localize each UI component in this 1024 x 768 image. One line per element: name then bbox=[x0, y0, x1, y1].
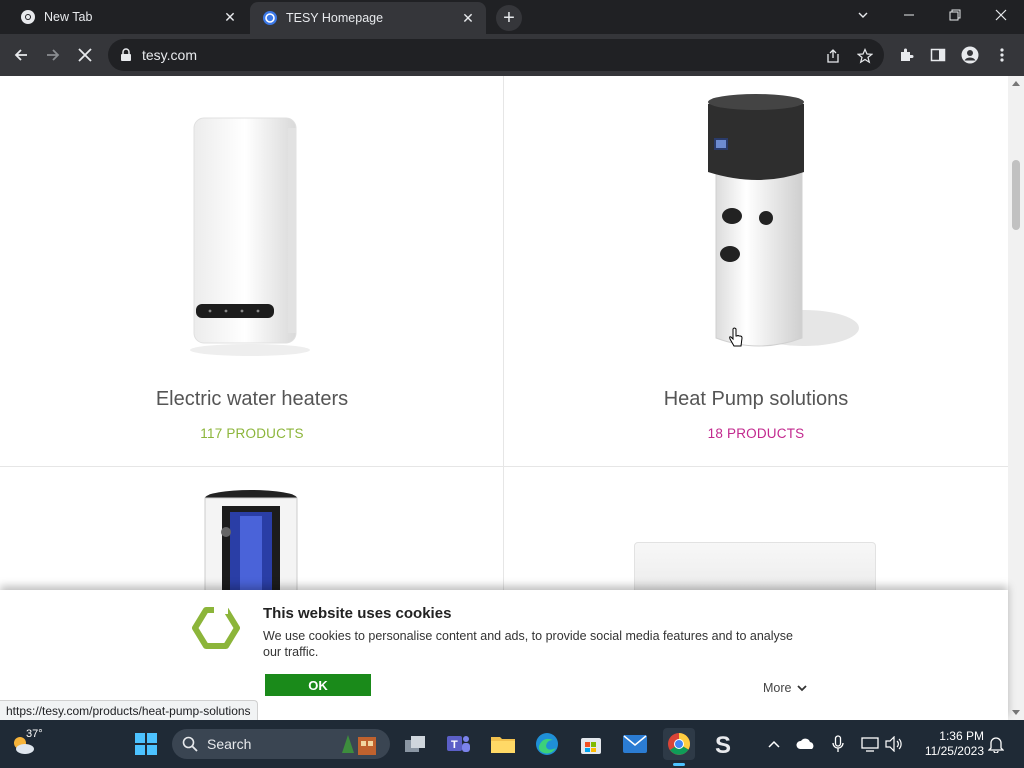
weather-widget[interactable]: 37° bbox=[4, 720, 52, 768]
chrome-icon bbox=[21, 10, 35, 24]
active-app-indicator bbox=[673, 763, 685, 766]
indirect-water-heater-image[interactable] bbox=[196, 486, 306, 596]
electric-water-heater-image[interactable] bbox=[180, 108, 320, 358]
svg-text:S: S bbox=[715, 732, 731, 757]
menu-kebab-icon[interactable] bbox=[992, 45, 1012, 65]
close-icon bbox=[78, 48, 92, 62]
file-explorer-icon[interactable] bbox=[487, 728, 519, 760]
scroll-down-arrow-icon[interactable] bbox=[1012, 710, 1020, 715]
page-scrollbar[interactable] bbox=[1008, 76, 1024, 720]
tesy-favicon-icon bbox=[263, 11, 277, 25]
category-title[interactable]: Electric water heaters bbox=[0, 388, 504, 411]
minimize-button[interactable] bbox=[886, 0, 932, 30]
new-tab-button[interactable]: + bbox=[496, 5, 522, 31]
clock-date: 11/25/2023 bbox=[924, 744, 984, 758]
search-label: Search bbox=[207, 736, 252, 752]
tab-new-tab[interactable]: New Tab ✕ bbox=[8, 0, 248, 34]
mouse-pointer-icon bbox=[729, 327, 743, 347]
scroll-up-arrow-icon[interactable] bbox=[1012, 81, 1020, 86]
bookmark-star-icon[interactable] bbox=[856, 47, 874, 65]
share-icon[interactable] bbox=[824, 47, 842, 65]
address-bar[interactable]: tesy.com bbox=[108, 39, 884, 71]
cookie-banner-title: This website uses cookies bbox=[263, 605, 452, 622]
tab-title: TESY Homepage bbox=[286, 11, 384, 25]
heat-pump-image[interactable] bbox=[694, 92, 864, 358]
grid-divider bbox=[0, 466, 1008, 467]
cookiebot-logo-icon bbox=[192, 607, 240, 649]
cookie-banner-text: We use cookies to personalise content an… bbox=[263, 629, 793, 659]
tab-tesy-homepage[interactable]: TESY Homepage ✕ bbox=[250, 2, 486, 34]
lock-icon[interactable] bbox=[120, 48, 132, 62]
svg-text:T: T bbox=[451, 739, 458, 751]
s-app-icon[interactable]: S bbox=[707, 728, 739, 760]
category-product-count[interactable]: 117 PRODUCTS bbox=[0, 426, 504, 441]
extensions-icon[interactable] bbox=[896, 45, 916, 65]
search-highlight-icon bbox=[342, 735, 376, 755]
teams-icon[interactable]: T bbox=[443, 728, 475, 760]
mail-icon[interactable] bbox=[619, 728, 651, 760]
volume-icon[interactable] bbox=[884, 734, 904, 754]
forward-button[interactable] bbox=[40, 42, 66, 68]
edge-icon[interactable] bbox=[531, 728, 563, 760]
notification-bell-icon[interactable] bbox=[986, 734, 1006, 754]
cookie-more-button[interactable]: More bbox=[763, 681, 808, 695]
category-card-electric-water-heaters[interactable]: Electric water heaters 117 PRODUCTS bbox=[0, 76, 503, 466]
close-icon[interactable]: ✕ bbox=[220, 7, 240, 27]
windows-logo-icon bbox=[135, 733, 157, 755]
microphone-icon[interactable] bbox=[828, 734, 848, 754]
chevron-down-icon bbox=[797, 685, 808, 692]
chrome-taskbar-icon[interactable] bbox=[663, 728, 695, 766]
arrow-right-icon bbox=[47, 49, 60, 61]
task-view-icon[interactable] bbox=[399, 728, 431, 760]
tab-title: New Tab bbox=[44, 10, 93, 24]
restore-button[interactable] bbox=[932, 0, 978, 30]
category-title[interactable]: Heat Pump solutions bbox=[504, 388, 1008, 411]
browser-toolbar: tesy.com bbox=[0, 34, 1024, 76]
network-icon[interactable] bbox=[860, 734, 880, 754]
cookie-more-label: More bbox=[763, 681, 792, 695]
start-button[interactable] bbox=[130, 728, 162, 760]
taskbar-clock[interactable]: 1:36 PM 11/25/2023 bbox=[910, 729, 984, 759]
category-product-count[interactable]: 18 PRODUCTS bbox=[504, 426, 1008, 441]
chevron-up-icon[interactable] bbox=[764, 734, 784, 754]
cookie-ok-button[interactable]: OK bbox=[265, 674, 371, 696]
back-button[interactable] bbox=[8, 42, 34, 68]
window-close-button[interactable] bbox=[978, 0, 1024, 30]
stop-loading-button[interactable] bbox=[72, 42, 98, 68]
side-panel-icon[interactable] bbox=[928, 45, 948, 65]
profile-icon[interactable] bbox=[960, 45, 980, 65]
browser-titlebar: New Tab ✕ TESY Homepage ✕ + bbox=[0, 0, 1024, 34]
windows-taskbar: 37° Search T S 1:36 PM 11/25/2023 bbox=[0, 720, 1024, 768]
microsoft-store-icon[interactable] bbox=[575, 728, 607, 760]
category-card-heat-pump-solutions[interactable]: Heat Pump solutions 18 PRODUCTS bbox=[504, 76, 1008, 466]
onedrive-icon[interactable] bbox=[796, 734, 816, 754]
search-icon bbox=[182, 736, 198, 752]
url-text[interactable]: tesy.com bbox=[142, 47, 197, 63]
tab-search-icon[interactable] bbox=[840, 0, 886, 30]
arrow-left-icon bbox=[14, 49, 27, 61]
weather-temperature: 37° bbox=[26, 728, 43, 740]
status-bar-url: https://tesy.com/products/heat-pump-solu… bbox=[0, 700, 258, 720]
clock-time: 1:36 PM bbox=[939, 729, 984, 743]
close-icon[interactable]: ✕ bbox=[458, 8, 478, 28]
taskbar-search[interactable]: Search bbox=[172, 729, 390, 759]
scrollbar-thumb[interactable] bbox=[1012, 160, 1020, 230]
